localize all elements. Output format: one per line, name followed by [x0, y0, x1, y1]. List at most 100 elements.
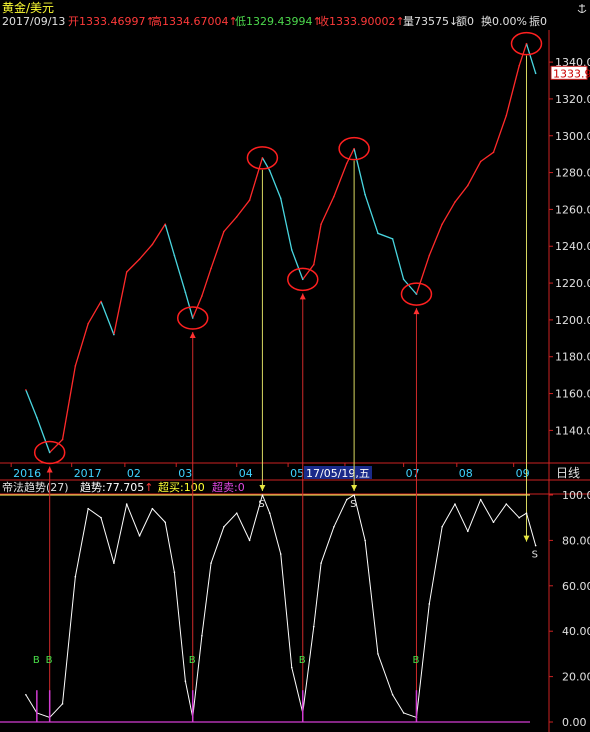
- price-point: [138, 258, 141, 260]
- indicator-point: [312, 625, 315, 628]
- price-point: [467, 184, 469, 187]
- volume-label: 量: [403, 15, 414, 28]
- indicator-point: [479, 498, 482, 501]
- indicator-point: [333, 525, 335, 528]
- price-tick-label: 1240.00: [555, 240, 590, 253]
- price-point: [74, 365, 77, 367]
- price-point: [377, 232, 379, 235]
- price-point: [191, 317, 194, 319]
- indicator-point: [428, 603, 431, 605]
- price-tick-label: 1140.00: [555, 424, 590, 437]
- price-point: [184, 291, 187, 294]
- buy-signal-label: B: [299, 655, 306, 666]
- price-point: [100, 300, 102, 303]
- trend-value: 77.705: [106, 481, 145, 494]
- price-point: [113, 333, 115, 336]
- price-point: [353, 147, 355, 150]
- price-tick-label: 1260.00: [555, 203, 590, 216]
- price-point: [454, 201, 456, 203]
- overbought-value: 100: [184, 481, 205, 494]
- low-value: 1329.43994: [246, 15, 312, 28]
- price-point: [415, 293, 418, 295]
- price-point: [125, 271, 128, 273]
- symbol-title: 黄金/美元: [2, 0, 54, 15]
- price-point: [333, 195, 335, 198]
- price-point: [441, 223, 443, 225]
- amplitude-label: 振: [529, 14, 540, 28]
- indicator-point: [223, 525, 225, 528]
- indicator-point: [74, 575, 77, 578]
- indicator-point: [138, 535, 141, 537]
- indicator-point: [201, 634, 203, 637]
- time-tick-label: 02: [127, 467, 141, 480]
- indicator-point: [173, 571, 176, 573]
- indicator-point: [467, 530, 469, 533]
- price-point: [248, 199, 251, 202]
- volume-value: 73575: [414, 15, 449, 28]
- indicator-point: [248, 539, 251, 542]
- price-point: [25, 389, 27, 391]
- indicator-point: [279, 553, 282, 555]
- price-point: [301, 278, 304, 281]
- buy-signal-label: B: [189, 655, 196, 666]
- indicator-point: [353, 494, 355, 496]
- price-tick-label: 1180.00: [555, 351, 590, 364]
- low-label: 低: [235, 15, 246, 28]
- open-label: 开: [68, 15, 79, 28]
- amount-label: 额: [456, 15, 467, 28]
- indicator-point: [164, 521, 167, 524]
- indicator-point: [268, 512, 271, 514]
- price-point: [364, 193, 366, 196]
- indicator-point: [290, 666, 293, 669]
- close-value: 1333.90002: [329, 15, 395, 28]
- period-label[interactable]: 日线: [556, 466, 580, 480]
- indicator-point: [235, 512, 238, 514]
- amplitude-value: 0: [540, 15, 547, 28]
- buy-signal-label: B: [412, 655, 419, 666]
- indicator-point: [377, 653, 379, 655]
- indicator-point: [61, 703, 64, 705]
- indicator-tick-label: 0.00: [562, 716, 587, 729]
- indicator-point: [525, 512, 528, 514]
- high-label: 高: [151, 14, 162, 28]
- price-point: [428, 254, 431, 257]
- buy-signal-label: B: [33, 655, 40, 666]
- price-point: [173, 254, 176, 257]
- price-tick-label: 1200.00: [555, 314, 590, 327]
- indicator-name: 帝法趋势(27): [2, 480, 69, 494]
- price-tick-label: 1300.00: [555, 130, 590, 143]
- price-point: [151, 243, 154, 246]
- time-tick-label: 09: [516, 467, 530, 480]
- buy-signal-label: B: [46, 655, 53, 666]
- price-point: [279, 197, 282, 200]
- price-tick-label: 1320.00: [555, 93, 590, 106]
- time-tick-label: 07: [406, 467, 420, 480]
- sell-signal-label: S: [350, 499, 356, 510]
- price-point: [402, 278, 405, 281]
- price-tick-label: 1160.00: [555, 388, 590, 401]
- price-point: [164, 223, 167, 225]
- ohlc-header: 2017/09/13 开1333.46997↑ 高1334.67004↑ 低13…: [2, 14, 547, 28]
- price-point: [320, 223, 322, 225]
- time-tick-label: 2016: [13, 467, 41, 480]
- price-chart-canvas[interactable]: 黄金/美元 2017/09/13 开1333.46997 ↑ 高1334.6700…: [0, 0, 590, 732]
- indicator-point: [184, 680, 187, 682]
- indicator-point: [391, 693, 394, 696]
- overbought-label: 超买:: [158, 480, 184, 494]
- time-tick-label: 04: [239, 467, 253, 480]
- indicator-point: [364, 539, 366, 542]
- price-point: [518, 64, 520, 67]
- last-price-label: 1333.9: [553, 67, 590, 80]
- indicator-point: [441, 525, 443, 528]
- price-point: [48, 451, 51, 454]
- indicator-point: [402, 712, 405, 714]
- indicator-point: [534, 544, 537, 547]
- price-point: [268, 169, 271, 172]
- price-point: [534, 72, 537, 75]
- price-tick-label: 1280.00: [555, 167, 590, 180]
- oversold-value: 0: [238, 481, 245, 494]
- indicator-point: [87, 507, 89, 510]
- price-point: [36, 416, 38, 419]
- price-point: [201, 295, 203, 297]
- price-point: [479, 160, 482, 163]
